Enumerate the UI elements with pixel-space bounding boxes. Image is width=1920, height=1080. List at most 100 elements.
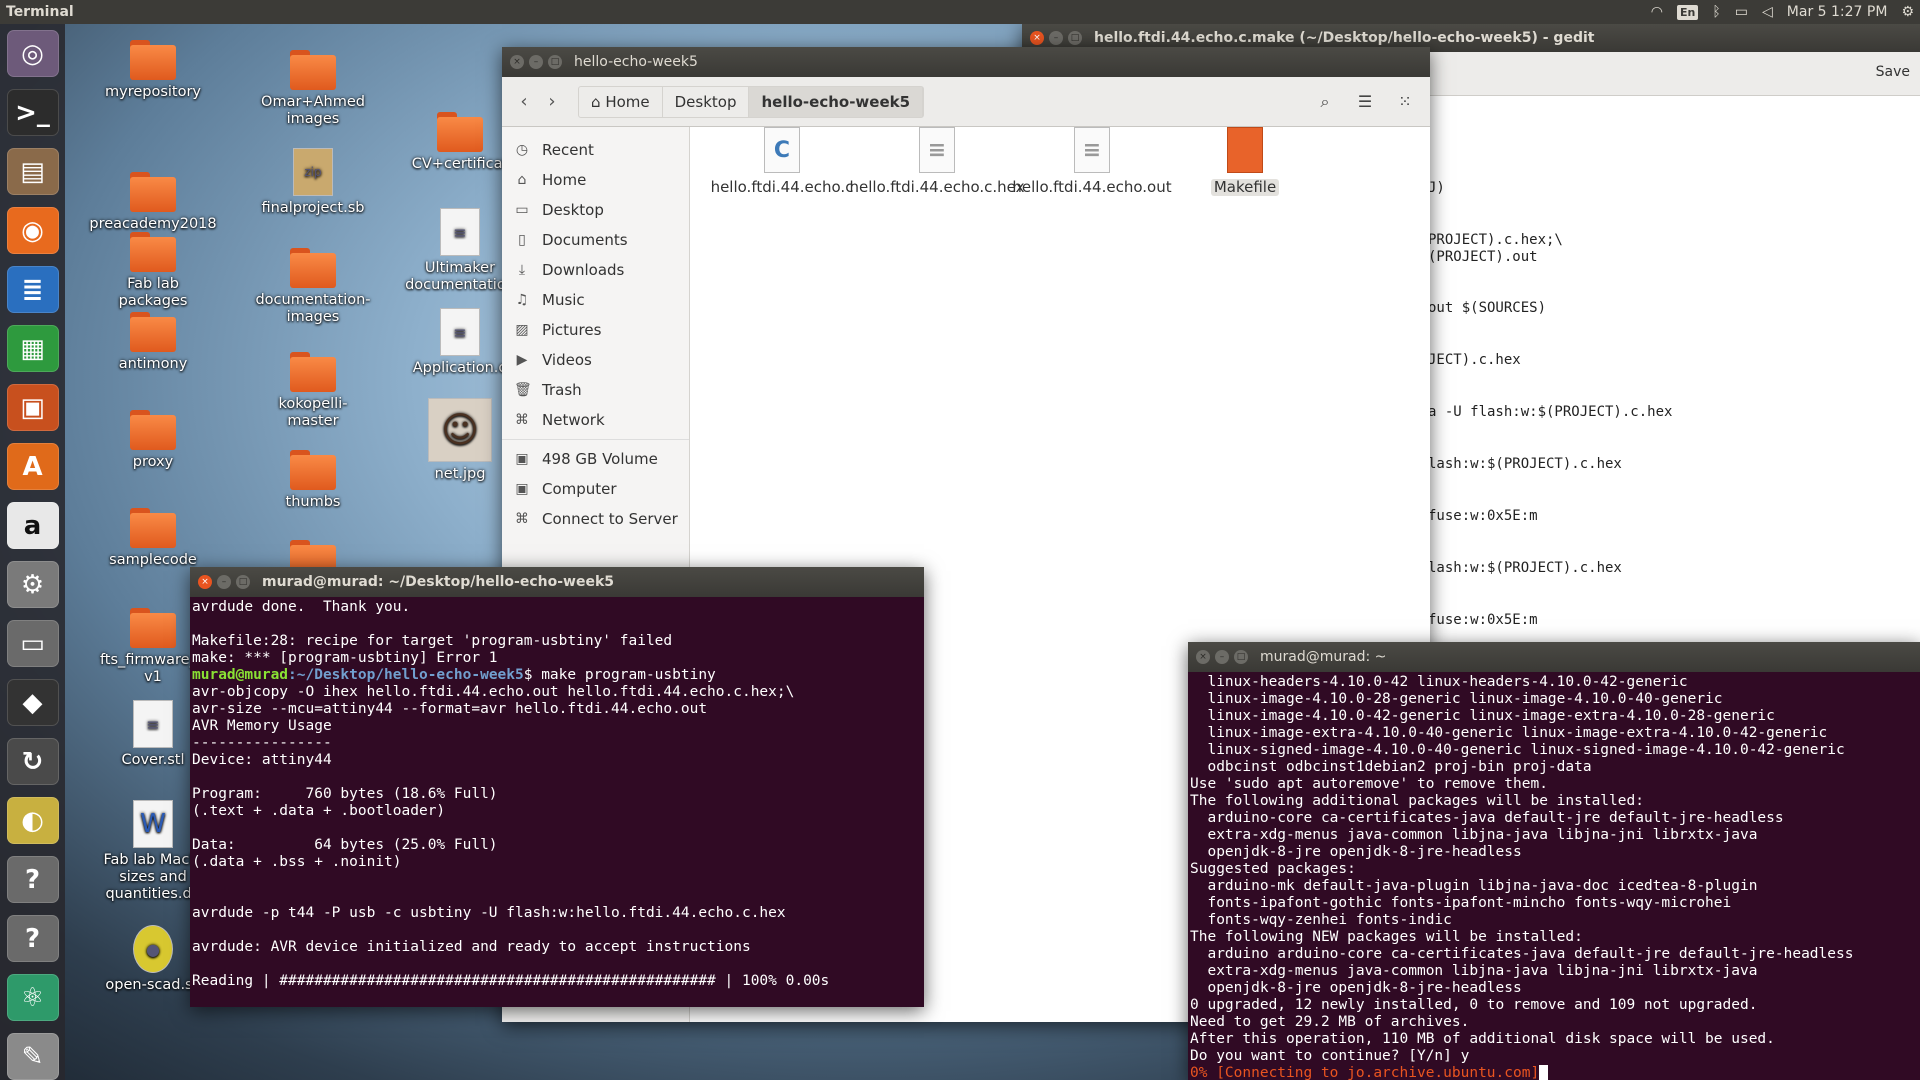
desktop-icon[interactable]: kokopelli-master <box>253 352 373 430</box>
sidebar-item-trash[interactable]: 🗑 Trash <box>502 375 689 405</box>
sidebar-item-computer[interactable]: ▣ Computer <box>502 474 689 504</box>
session-gear-icon[interactable]: ⚙ <box>1901 4 1914 20</box>
terminal-line: linux-image-4.10.0-42-generic linux-imag… <box>1190 708 1775 724</box>
code-line: lash:w:$(PROJECT).c.hex <box>1428 560 1622 576</box>
terminal-titlebar[interactable]: × – □ murad@murad: ~/Desktop/hello-echo-we… <box>190 567 924 597</box>
files-close-button[interactable]: × <box>510 55 524 69</box>
list-view-icon[interactable]: ☰ <box>1348 86 1382 118</box>
settings-icon[interactable]: ⚙ <box>6 561 59 608</box>
terminal-maximize-button[interactable]: □ <box>236 575 250 589</box>
writer-icon[interactable]: ≣ <box>6 266 59 313</box>
gedit-close-button[interactable]: × <box>1030 31 1044 45</box>
breadcrumb-current[interactable]: hello-echo-week5 <box>749 86 924 117</box>
unknown-app-icon[interactable]: ? <box>6 856 59 903</box>
amazon-icon[interactable]: a <box>6 502 59 549</box>
sidebar-item-music[interactable]: ♫ Music <box>502 285 689 315</box>
terminal-output[interactable]: avrdude done. Thank you. Makefile:28: rec… <box>190 597 924 1007</box>
terminal-minimize-button[interactable]: – <box>1215 650 1229 664</box>
updater-icon[interactable]: ↻ <box>6 738 59 785</box>
video-icon: ▶ <box>516 352 528 368</box>
text-editor-icon[interactable]: ✎ <box>6 1033 59 1080</box>
sidebar-item-498-gb-volume[interactable]: ▣ 498 GB Volume <box>502 444 689 474</box>
terminal-line: Do you want to continue? [Y/n] y <box>1190 1048 1470 1064</box>
drive-icon[interactable]: ▭ <box>6 620 59 667</box>
clock[interactable]: Mar 5 1:27 PM <box>1787 4 1888 20</box>
terminal-titlebar[interactable]: × – □ murad@murad: ~ <box>1188 642 1920 672</box>
sidebar-item-videos[interactable]: ▶ Videos <box>502 345 689 375</box>
terminal-close-button[interactable]: × <box>198 575 212 589</box>
file-item[interactable]: ≡ hello.ftdi.44.echo.out <box>1012 127 1172 196</box>
calc-icon[interactable]: ▦ <box>6 325 59 372</box>
forward-icon[interactable]: › <box>538 86 566 118</box>
impress-icon[interactable]: ▣ <box>6 384 59 431</box>
desktop-icon[interactable]: proxy <box>93 410 213 471</box>
sidebar-item-connect-to-server[interactable]: ⌘ Connect to Server <box>502 504 689 534</box>
desktop-icon[interactable]: Omar+Ahmed images <box>253 50 373 128</box>
sidebar-item-desktop[interactable]: ▭ Desktop <box>502 195 689 225</box>
terminal-line: avr-size --mcu=attiny44 --format=avr hel… <box>192 701 708 717</box>
files-icon[interactable]: ▤ <box>6 148 59 195</box>
software-center-icon[interactable]: A <box>6 443 59 490</box>
battery-icon[interactable]: ▭ <box>1735 4 1748 20</box>
viewer-icon[interactable]: ◐ <box>6 797 59 844</box>
desktop-icon-label: Fab lab packages <box>118 276 188 309</box>
breadcrumb-desktop[interactable]: Desktop <box>663 86 750 117</box>
desktop-icon[interactable]: samplecode <box>93 508 213 569</box>
atom-icon[interactable]: ⚛ <box>6 974 59 1021</box>
document-icon: ≡ <box>440 308 480 356</box>
files-minimize-button[interactable]: – <box>529 55 543 69</box>
desktop-icon-label: myrepository <box>104 84 202 100</box>
files-titlebar[interactable]: × – □ hello-echo-week5 <box>502 47 1430 77</box>
sidebar-item-home[interactable]: ⌂ Home <box>502 165 689 195</box>
inkscape-icon[interactable]: ◆ <box>6 679 59 726</box>
terminal-line: avr-objcopy -O ihex hello.ftdi.44.echo.o… <box>192 684 795 700</box>
desktop-icon-label: CV+certificat <box>411 156 509 172</box>
desktop-icon[interactable]: zip finalproject.sb <box>253 148 373 217</box>
desktop-icon[interactable]: thumbs <box>253 450 373 511</box>
file-item[interactable]: Chello.ftdi.44.echo.c <box>711 127 853 196</box>
terminal-line: AVR Memory Usage <box>192 718 332 734</box>
gedit-maximize-button[interactable]: □ <box>1068 31 1082 45</box>
gedit-minimize-button[interactable]: – <box>1049 31 1063 45</box>
desktop-icon: ▭ <box>515 202 529 218</box>
desktop-icon[interactable]: antimony <box>93 312 213 373</box>
grid-view-icon[interactable]: ⁙ <box>1388 86 1422 118</box>
terminal-line: fonts-ipafont-gothic fonts-ipafont-minch… <box>1190 895 1732 911</box>
file-item[interactable]: Makefile <box>1175 127 1315 196</box>
terminal-icon[interactable]: >_ <box>6 89 59 136</box>
file-item[interactable]: ≡ hello.ftdi.44.echo.c.hex <box>850 127 1025 196</box>
keyboard-layout-indicator[interactable]: En <box>1677 4 1699 20</box>
sidebar-item-network[interactable]: ⌘ Network <box>502 405 689 435</box>
sidebar-item-documents[interactable]: ▯ Documents <box>502 225 689 255</box>
server-icon: ⌘ <box>515 511 529 527</box>
save-button[interactable]: Save <box>1876 64 1910 80</box>
search-icon[interactable]: ⌕ <box>1308 86 1342 118</box>
terminal-maximize-button[interactable]: □ <box>1234 650 1248 664</box>
code-line: lash:w:$(PROJECT).c.hex <box>1428 456 1622 472</box>
sidebar-item-recent[interactable]: ◷ Recent <box>502 135 689 165</box>
desktop-icon[interactable]: myrepository <box>93 40 213 101</box>
sidebar-item-label: Home <box>542 171 587 189</box>
sidebar-item-label: Recent <box>542 141 594 159</box>
folder-icon <box>437 112 483 152</box>
sidebar-item-pictures[interactable]: ▨ Pictures <box>502 315 689 345</box>
sidebar-item-downloads[interactable]: ⤓ Downloads <box>502 255 689 285</box>
desktop-icon[interactable]: documentation-images <box>253 248 373 326</box>
volume-icon[interactable]: ◁ <box>1762 4 1773 20</box>
back-icon[interactable]: ‹ <box>510 86 538 118</box>
desktop-icon[interactable]: Fab lab packages <box>93 232 213 310</box>
terminal-minimize-button[interactable]: – <box>217 575 231 589</box>
terminal-output[interactable]: linux-headers-4.10.0-42 linux-headers-4.… <box>1188 672 1920 1080</box>
breadcrumb-home[interactable]: ⌂ Home <box>579 86 663 117</box>
wifi-icon[interactable]: ◠ <box>1651 4 1663 20</box>
terminal-close-button[interactable]: × <box>1196 650 1210 664</box>
unknown-app-2-icon[interactable]: ? <box>6 915 59 962</box>
terminal-line: Program: 760 bytes (18.6% Full) <box>192 786 498 802</box>
desktop-icon[interactable]: preacademy2018 <box>89 172 217 233</box>
terminal-line: extra-xdg-menus java-common libjna-java … <box>1190 963 1758 979</box>
bluetooth-icon[interactable]: ᛒ <box>1712 4 1720 20</box>
firefox-icon[interactable]: ◉ <box>6 207 59 254</box>
files-maximize-button[interactable]: □ <box>548 55 562 69</box>
dash-home-icon[interactable]: ◎ <box>6 30 59 77</box>
